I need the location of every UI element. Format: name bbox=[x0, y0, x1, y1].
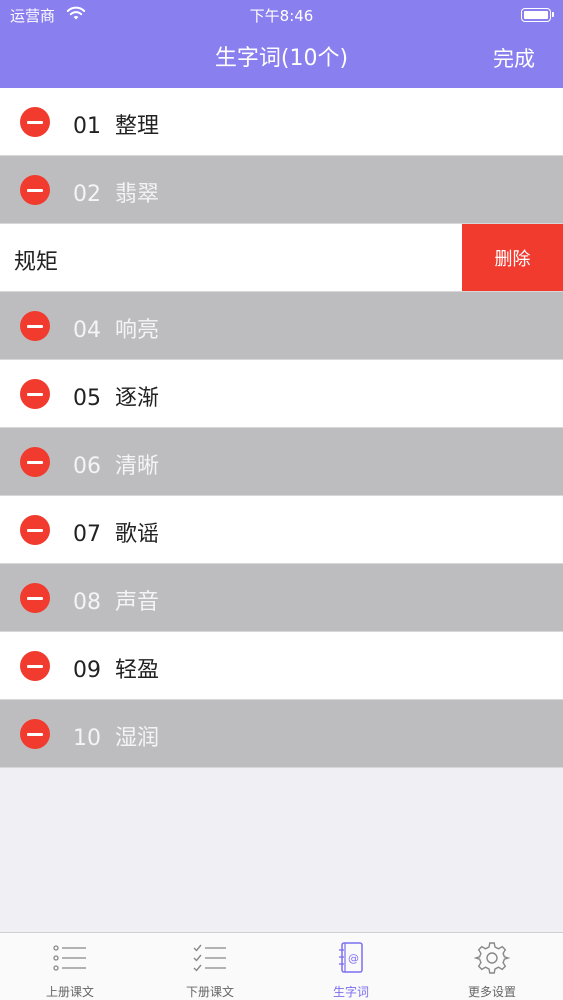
tab-vocabulary[interactable]: @ 生字词 bbox=[281, 933, 421, 1000]
word-label: 逐渐 bbox=[115, 386, 160, 411]
word-text: 02 翡翠 bbox=[73, 176, 159, 208]
delete-minus-icon[interactable] bbox=[20, 651, 50, 681]
list-item-swiped[interactable]: 规矩 删除 bbox=[0, 224, 563, 292]
page-title: 生字词(10个) bbox=[214, 46, 349, 71]
word-label: 声音 bbox=[115, 590, 160, 615]
list-icon bbox=[53, 945, 86, 971]
battery-icon bbox=[521, 8, 554, 22]
list-item[interactable]: 10 湿润 bbox=[0, 700, 563, 768]
list-item[interactable]: 01 整理 bbox=[0, 88, 563, 156]
list-item[interactable]: 07 歌谣 bbox=[0, 496, 563, 564]
word-label: 轻盈 bbox=[115, 658, 160, 683]
word-number: 10 bbox=[73, 726, 101, 751]
tab-first-volume[interactable]: 上册课文 bbox=[0, 933, 140, 1000]
list-item[interactable]: 09 轻盈 bbox=[0, 632, 563, 700]
word-label: 湿润 bbox=[115, 726, 160, 751]
tab-second-volume[interactable]: 下册课文 bbox=[140, 933, 280, 1000]
delete-minus-icon[interactable] bbox=[20, 719, 50, 749]
tab-label: 下册课文 bbox=[185, 985, 234, 999]
delete-minus-icon[interactable] bbox=[20, 379, 50, 409]
delete-minus-icon[interactable] bbox=[20, 515, 50, 545]
word-number: 02 bbox=[73, 182, 101, 207]
word-number: 04 bbox=[73, 318, 101, 343]
address-book-icon: @ bbox=[339, 942, 363, 973]
word-text: 07 歌谣 bbox=[73, 516, 159, 548]
list-item[interactable]: 06 清晰 bbox=[0, 428, 563, 496]
list-item[interactable]: 05 逐渐 bbox=[0, 360, 563, 428]
delete-button[interactable]: 删除 bbox=[462, 224, 563, 291]
word-text: 08 声音 bbox=[73, 584, 159, 616]
word-label: 清晰 bbox=[115, 454, 160, 479]
gear-icon bbox=[474, 942, 510, 974]
svg-text:@: @ bbox=[348, 952, 359, 965]
delete-minus-icon[interactable] bbox=[20, 583, 50, 613]
delete-minus-icon[interactable] bbox=[20, 447, 50, 477]
tab-label: 更多设置 bbox=[467, 985, 516, 999]
word-list: 01 整理 02 翡翠 规矩 删除 04 响亮 05 逐渐 06 清晰 07 歌谣 08 声音… bbox=[0, 88, 563, 768]
word-text: 09 轻盈 bbox=[73, 652, 159, 684]
word-number: 07 bbox=[73, 522, 101, 547]
word-text: 10 湿润 bbox=[73, 720, 159, 752]
tab-label: 生字词 bbox=[332, 985, 369, 999]
word-text: 06 清晰 bbox=[73, 448, 159, 480]
word-number: 06 bbox=[73, 454, 101, 479]
status-bar: 运营商 下午8:46 bbox=[0, 0, 563, 30]
word-label: 规矩 bbox=[14, 250, 59, 275]
word-text: 01 整理 bbox=[73, 108, 159, 140]
clock-time: 下午8:46 bbox=[249, 7, 314, 25]
word-number: 05 bbox=[73, 386, 101, 411]
tab-label: 上册课文 bbox=[45, 985, 94, 999]
word-label: 翡翠 bbox=[115, 182, 160, 207]
done-button[interactable]: 完成 bbox=[493, 43, 535, 73]
word-number: 01 bbox=[73, 114, 101, 139]
delete-minus-icon[interactable] bbox=[20, 311, 50, 341]
word-number: 09 bbox=[73, 658, 101, 683]
list-item[interactable]: 02 翡翠 bbox=[0, 156, 563, 224]
word-label: 整理 bbox=[115, 114, 160, 139]
word-text: 05 逐渐 bbox=[73, 380, 159, 412]
tab-bar: 上册课文 下册课文 @ 生字词 更多设置 bbox=[0, 932, 563, 1000]
checklist-icon bbox=[193, 944, 226, 972]
word-text: 04 响亮 bbox=[73, 312, 159, 344]
list-item[interactable]: 04 响亮 bbox=[0, 292, 563, 360]
tab-settings[interactable]: 更多设置 bbox=[422, 933, 562, 1000]
delete-minus-icon[interactable] bbox=[20, 175, 50, 205]
delete-minus-icon[interactable] bbox=[20, 107, 50, 137]
word-label: 响亮 bbox=[115, 318, 160, 343]
navigation-header: 运营商 下午8:46 生字词(10个) 完成 bbox=[0, 0, 563, 88]
word-number: 08 bbox=[73, 590, 101, 615]
list-item[interactable]: 08 声音 bbox=[0, 564, 563, 632]
word-label: 歌谣 bbox=[115, 522, 160, 547]
